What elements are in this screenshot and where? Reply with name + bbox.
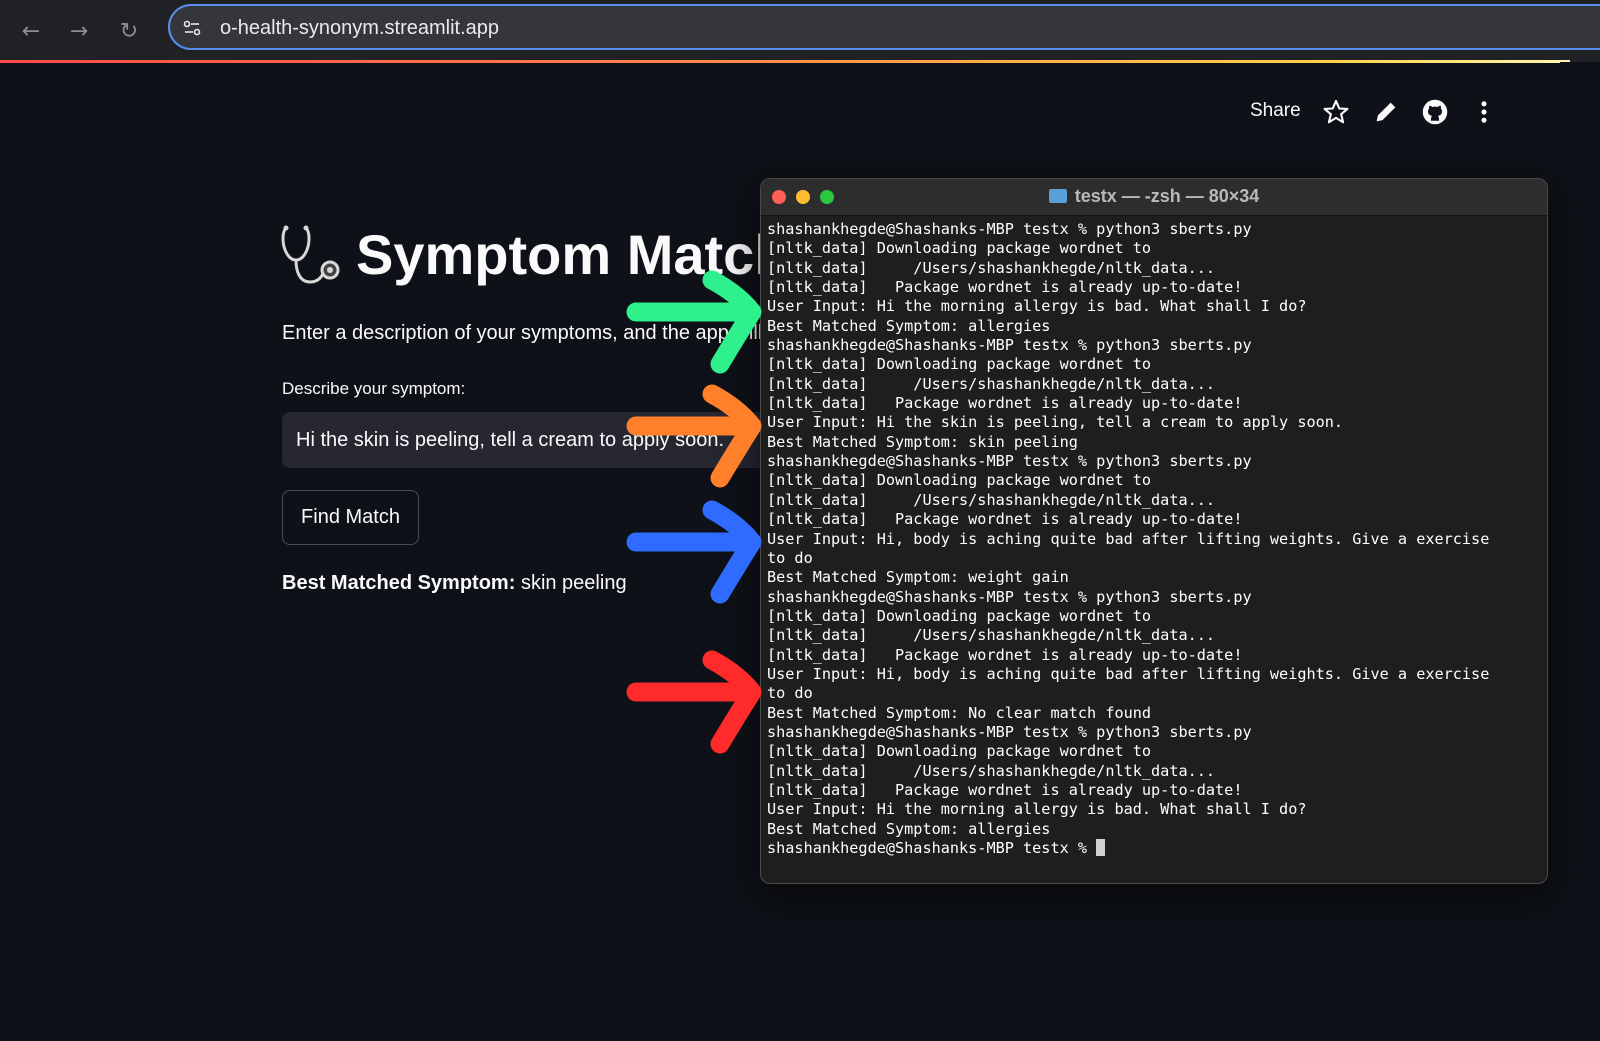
annotation-arrows [626,270,762,754]
browser-toolbar: ← → ↻ o-health-synonym.streamlit.app [0,0,1600,62]
folder-icon [1048,189,1067,203]
terminal-line: shashankhegde@Shashanks-MBP testx % pyth… [767,722,1252,741]
stethoscope-icon [281,225,340,284]
terminal-line: [nltk_data] Package wordnet is already u… [767,510,1243,529]
terminal-title-text: testx — -zsh — 80×34 [1074,186,1260,206]
terminal-line: [nltk_data] Downloading package wordnet … [767,355,1152,374]
result-text: Best Matched Symptom: skin peeling [282,572,627,595]
terminal-line: [nltk_data] Downloading package wordnet … [767,606,1152,625]
terminal-window[interactable]: testx — -zsh — 80×34 shashankhegde@Shash… [760,178,1548,884]
back-arrow-icon[interactable]: ← [14,14,48,48]
terminal-line: [nltk_data] /Users/shashankhegde/nltk_da… [767,258,1216,277]
terminal-line: shashankhegde@Shashanks-MBP testx % pyth… [767,452,1252,471]
result-label: Best Matched Symptom: [282,572,516,594]
github-icon[interactable] [1421,98,1449,126]
terminal-line: [nltk_data] Downloading package wordnet … [767,742,1152,761]
terminal-output[interactable]: shashankhegde@Shashanks-MBP testx % pyth… [761,216,1547,862]
share-button[interactable]: Share [1250,100,1301,130]
terminal-line: shashankhegde@Shashanks-MBP testx % pyth… [767,336,1252,355]
terminal-line: User Input: Hi the morning allergy is ba… [767,297,1307,316]
terminal-line: [nltk_data] Package wordnet is already u… [767,278,1243,297]
more-vert-icon[interactable] [1470,98,1498,126]
terminal-line: [nltk_data] /Users/shashankhegde/nltk_da… [767,374,1216,393]
terminal-line: to do [767,548,813,567]
terminal-line: User Input: Hi, body is aching quite bad… [767,664,1490,683]
star-icon[interactable] [1322,98,1350,126]
terminal-title: testx — -zsh — 80×34 [761,186,1547,207]
terminal-line: User Input: Hi the morning allergy is ba… [767,800,1307,819]
terminal-line: [nltk_data] /Users/shashankhegde/nltk_da… [767,761,1216,780]
terminal-line: [nltk_data] Downloading package wordnet … [767,239,1152,258]
find-match-button[interactable]: Find Match [282,490,419,545]
terminal-line: [nltk_data] Downloading package wordnet … [767,471,1152,490]
terminal-line: Best Matched Symptom: weight gain [767,568,1069,587]
terminal-line: [nltk_data] /Users/shashankhegde/nltk_da… [767,490,1216,509]
terminal-line: Best Matched Symptom: No clear match fou… [767,703,1152,722]
terminal-line: [nltk_data] Package wordnet is already u… [767,645,1243,664]
page-load-bar [0,60,1570,63]
terminal-line: shashankhegde@Shashanks-MBP testx % pyth… [767,587,1252,606]
terminal-line: Best Matched Symptom: allergies [767,819,1051,838]
terminal-line: Best Matched Symptom: skin peeling [767,432,1078,451]
terminal-line: [nltk_data] Package wordnet is already u… [767,394,1243,413]
terminal-line: shashankhegde@Shashanks-MBP testx % [767,839,1541,858]
terminal-titlebar[interactable]: testx — -zsh — 80×34 [761,179,1547,216]
url-text[interactable]: o-health-synonym.streamlit.app [220,17,499,40]
terminal-line: User Input: Hi the skin is peeling, tell… [767,413,1344,432]
edit-pencil-icon[interactable] [1372,98,1400,126]
result-value: skin peeling [520,572,627,594]
terminal-line: shashankhegde@Shashanks-MBP testx % pyth… [767,220,1252,238]
annotation-arrow [626,270,762,374]
terminal-cursor [1096,839,1106,856]
reload-icon[interactable]: ↻ [112,14,146,48]
terminal-line: User Input: Hi, body is aching quite bad… [767,529,1490,548]
terminal-line: [nltk_data] Package wordnet is already u… [767,780,1243,799]
annotation-arrow [626,650,762,754]
terminal-line: [nltk_data] /Users/shashankhegde/nltk_da… [767,626,1216,645]
symptom-input-label: Describe your symptom: [282,379,466,398]
forward-arrow-icon[interactable]: → [62,14,96,48]
terminal-line: Best Matched Symptom: allergies [767,316,1051,335]
address-bar[interactable]: o-health-synonym.streamlit.app [168,4,1600,50]
site-settings-icon[interactable] [182,18,202,38]
background-window-edge [1560,62,1600,1041]
terminal-line: to do [767,684,813,703]
annotation-arrow [626,384,762,488]
annotation-arrow [626,500,762,604]
